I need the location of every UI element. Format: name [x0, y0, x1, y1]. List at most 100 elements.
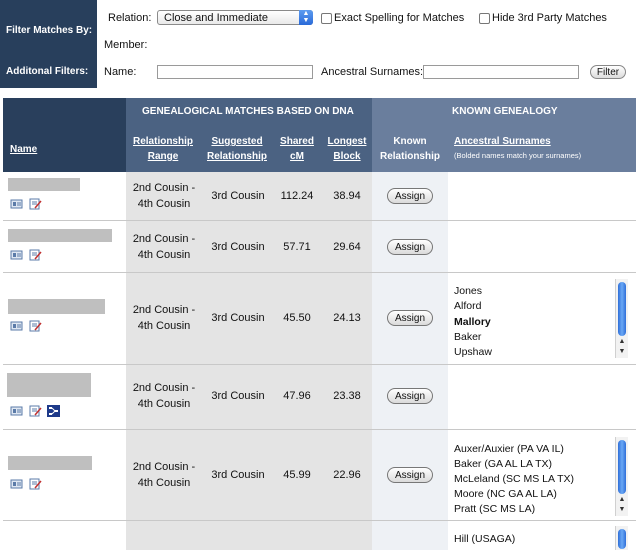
range-line: 4th Cousin — [137, 198, 191, 210]
surname: Baker — [454, 331, 482, 343]
longest-block: 23.38 — [333, 390, 361, 402]
relationship-range-header[interactable]: Relationship Range — [130, 134, 196, 164]
ancestral-surnames-header[interactable]: Ancestral Surnames — [454, 134, 551, 149]
header-line: Relationship — [379, 151, 440, 162]
exact-spelling-label: Exact Spelling for Matches — [334, 12, 465, 24]
ancestral-surnames-input[interactable] — [423, 65, 579, 79]
name-header-cell — [3, 98, 126, 172]
header-line: Range — [147, 151, 179, 162]
redacted-name[interactable] — [8, 456, 92, 470]
surname: Baker (GA AL LA TX) — [454, 458, 553, 470]
suggested-relationship-header[interactable]: Suggested Relationship — [202, 134, 272, 164]
profile-icon[interactable] — [10, 198, 23, 210]
notes-icon[interactable] — [29, 478, 42, 490]
shared-cm-header[interactable]: Shared cM — [276, 134, 318, 164]
scroll-thumb[interactable] — [618, 282, 626, 336]
range-line: 4th Cousin — [137, 249, 191, 261]
surnames-scrollbar[interactable]: ▲ ▼ — [615, 279, 628, 358]
surname-matched: Mallory — [454, 316, 491, 328]
dna-group-title: GENEALOGICAL MATCHES BASED ON DNA — [142, 106, 354, 117]
surname: Moore (NC GA AL LA) — [454, 488, 557, 500]
redacted-name[interactable] — [8, 178, 80, 191]
row-divider — [3, 220, 636, 221]
surname: Pratt (SC MS LA) — [454, 503, 536, 515]
redacted-name[interactable] — [8, 299, 105, 314]
name-column-header[interactable]: Name — [10, 142, 37, 157]
assign-button[interactable]: Assign — [387, 310, 433, 326]
longest-block: 38.94 — [333, 190, 361, 202]
known-relationship-header: Known Relationship — [377, 134, 443, 164]
shared-cm: 45.50 — [283, 312, 311, 324]
notes-icon[interactable] — [29, 249, 42, 261]
assign-button[interactable]: Assign — [387, 388, 433, 404]
header-line: Known — [393, 136, 427, 147]
row-divider — [3, 364, 636, 365]
hide-3rd-party-label: Hide 3rd Party Matches — [492, 12, 607, 24]
scroll-thumb[interactable] — [618, 440, 626, 494]
exact-spelling-checkbox[interactable] — [321, 13, 332, 24]
name-input[interactable] — [157, 65, 313, 79]
assign-button[interactable]: Assign — [387, 239, 433, 255]
longest-block: 24.13 — [333, 312, 361, 324]
notes-icon[interactable] — [29, 405, 42, 417]
profile-icon[interactable] — [10, 478, 23, 490]
suggested-relationship: 3rd Cousin — [211, 390, 265, 402]
scroll-up-icon[interactable]: ▲ — [616, 337, 628, 346]
header-line: Relationship — [132, 136, 193, 147]
profile-icon[interactable] — [10, 249, 23, 261]
additional-filters-title: Additonal Filters: — [6, 66, 89, 77]
surname: Upshaw — [454, 346, 492, 358]
hide-3rd-party-checkbox[interactable] — [479, 13, 490, 24]
surname: Auxer/Auxier (PA VA IL) — [454, 443, 564, 455]
notes-icon[interactable] — [29, 320, 42, 332]
row-divider — [3, 520, 636, 521]
filter-button[interactable]: Filter — [590, 65, 626, 79]
surname: Jones — [454, 285, 483, 297]
scroll-thumb[interactable] — [618, 529, 626, 549]
relationship-range: 2nd Cousin - 4th Cousin — [126, 380, 202, 412]
range-line: 2nd Cousin - — [132, 304, 196, 316]
suggested-relationship: 3rd Cousin — [211, 469, 265, 481]
range-line: 2nd Cousin - — [132, 382, 196, 394]
range-line: 2nd Cousin - — [132, 233, 196, 245]
redacted-name[interactable] — [8, 229, 112, 242]
scroll-down-icon[interactable]: ▼ — [616, 505, 628, 514]
header-line: Shared — [280, 136, 314, 147]
assign-button[interactable]: Assign — [387, 188, 433, 204]
notes-icon[interactable] — [29, 198, 42, 210]
scroll-down-icon[interactable]: ▼ — [616, 347, 628, 356]
range-line: 4th Cousin — [137, 320, 191, 332]
known-group-title: KNOWN GENEALOGY — [452, 106, 558, 117]
row-divider — [3, 272, 636, 273]
filter-title: Filter Matches By: — [6, 25, 93, 36]
scroll-up-icon[interactable]: ▲ — [616, 495, 628, 504]
profile-icon[interactable] — [10, 320, 23, 332]
shared-cm: 112.24 — [280, 190, 314, 202]
longest-block: 29.64 — [333, 241, 361, 253]
shared-cm: 47.96 — [283, 390, 311, 402]
range-line: 4th Cousin — [137, 398, 191, 410]
surname: Alford — [454, 300, 482, 312]
dna-column — [126, 172, 372, 550]
header-line: Block — [333, 151, 361, 162]
range-line: 2nd Cousin - — [132, 182, 196, 194]
relation-select[interactable]: Close and Immediate ▲ ▼ — [157, 10, 313, 25]
assign-button[interactable]: Assign — [387, 467, 433, 483]
longest-block-header[interactable]: Longest Block — [324, 134, 370, 164]
redacted-name[interactable] — [7, 373, 91, 397]
suggested-relationship: 3rd Cousin — [211, 190, 265, 202]
surnames-scrollbar[interactable] — [615, 526, 628, 550]
header-line: cM — [290, 151, 304, 162]
surname: Hill (USAGA) — [454, 533, 516, 545]
surnames-scrollbar[interactable]: ▲ ▼ — [615, 437, 628, 516]
suggested-relationship: 3rd Cousin — [211, 241, 265, 253]
member-label: Member: — [104, 39, 148, 51]
header-line: Relationship — [206, 151, 267, 162]
profile-icon[interactable] — [10, 405, 23, 417]
tree-icon[interactable] — [47, 405, 60, 417]
select-arrows-icon: ▲ ▼ — [299, 10, 313, 25]
shared-cm: 45.99 — [283, 469, 311, 481]
longest-block: 22.96 — [333, 469, 361, 481]
relationship-range: 2nd Cousin - 4th Cousin — [126, 231, 202, 263]
surname: McLeland (SC MS LA TX) — [454, 473, 575, 485]
